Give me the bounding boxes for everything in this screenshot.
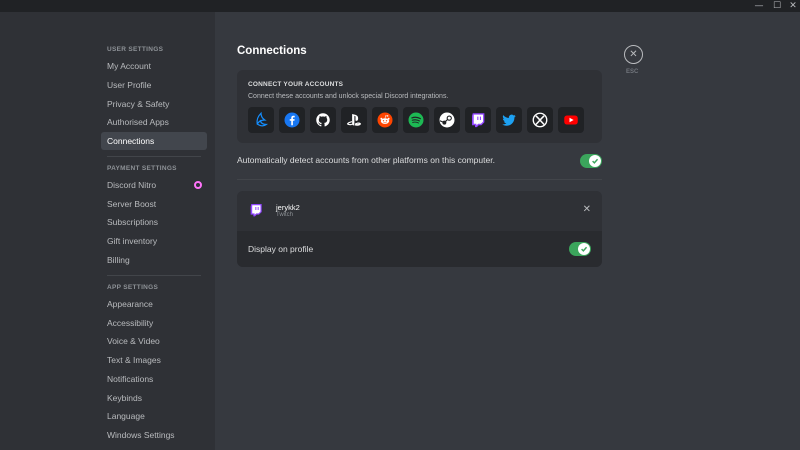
sidebar-item-keybinds[interactable]: Keybinds — [101, 389, 207, 407]
sidebar-item-notifications[interactable]: Notifications — [101, 370, 207, 388]
youtube-icon[interactable] — [558, 107, 584, 133]
spotify-icon[interactable] — [403, 107, 429, 133]
minimize-button[interactable]: — — [750, 0, 768, 12]
facebook-icon[interactable] — [279, 107, 305, 133]
connect-accounts-panel: CONNECT YOUR ACCOUNTS Connect these acco… — [237, 70, 602, 143]
check-icon — [581, 246, 588, 252]
esc-label: ESC — [626, 69, 639, 75]
display-on-profile-toggle[interactable] — [569, 242, 591, 256]
sidebar-item-authorised-apps[interactable]: Authorised Apps — [101, 113, 207, 131]
sidebar-item-subscriptions[interactable]: Subscriptions — [101, 213, 207, 231]
xbox-icon[interactable] — [527, 107, 553, 133]
sidebar-item-discord-nitro[interactable]: Discord Nitro — [101, 176, 207, 194]
twitch-icon — [250, 204, 262, 217]
auto-detect-toggle[interactable] — [580, 154, 602, 168]
reddit-icon[interactable] — [372, 107, 398, 133]
display-on-profile-label: Display on profile — [248, 244, 314, 254]
sidebar-divider — [107, 275, 201, 276]
sidebar-divider — [107, 156, 201, 157]
sidebar-item-appearance[interactable]: Appearance — [101, 295, 207, 313]
close-window-button[interactable]: ✕ — [784, 0, 800, 12]
page-title: Connections — [237, 45, 307, 57]
sidebar-header-user-settings: USER SETTINGS — [107, 46, 164, 53]
sidebar-item-language[interactable]: Language — [101, 407, 207, 425]
account-header: jerykk2 Twitch ✕ — [237, 191, 602, 231]
window-titlebar: — ☐ ✕ — [0, 0, 800, 12]
toggle-knob — [578, 243, 590, 255]
github-icon[interactable] — [310, 107, 336, 133]
sidebar-item-windows-settings[interactable]: Windows Settings — [101, 426, 207, 444]
connect-accounts-title: CONNECT YOUR ACCOUNTS — [248, 81, 344, 88]
sidebar-item-server-boost[interactable]: Server Boost — [101, 195, 207, 213]
auto-detect-label: Automatically detect accounts from other… — [237, 155, 495, 165]
close-settings-button[interactable]: ✕ — [624, 45, 643, 64]
sidebar-item-user-profile[interactable]: User Profile — [101, 76, 207, 94]
check-icon — [592, 158, 599, 164]
sidebar-header-app-settings: APP SETTINGS — [107, 284, 159, 291]
account-platform: Twitch — [276, 212, 294, 218]
battlenet-icon[interactable] — [248, 107, 274, 133]
sidebar-item-text-images[interactable]: Text & Images — [101, 351, 207, 369]
sidebar-item-my-account[interactable]: My Account — [101, 57, 207, 75]
sidebar-item-billing[interactable]: Billing — [101, 251, 207, 269]
sidebar-item-voice-video[interactable]: Voice & Video — [101, 332, 207, 350]
account-options: Display on profile — [237, 231, 602, 267]
sidebar-item-gift-inventory[interactable]: Gift inventory — [101, 232, 207, 250]
nitro-icon — [194, 181, 202, 189]
connected-account-card: jerykk2 Twitch ✕ Display on profile — [237, 191, 602, 267]
connect-accounts-subtitle: Connect these accounts and unlock specia… — [248, 93, 449, 100]
toggle-knob — [589, 155, 601, 167]
section-divider — [237, 179, 602, 180]
sidebar-item-privacy-safety[interactable]: Privacy & Safety — [101, 95, 207, 113]
sidebar-item-label: Discord Nitro — [107, 180, 157, 190]
disconnect-account-button[interactable]: ✕ — [583, 204, 591, 215]
sidebar-item-accessibility[interactable]: Accessibility — [101, 314, 207, 332]
sidebar-header-payment-settings: PAYMENT SETTINGS — [107, 165, 177, 172]
steam-icon[interactable] — [434, 107, 460, 133]
sidebar-item-connections[interactable]: Connections — [101, 132, 207, 150]
account-username: jerykk2 — [276, 203, 300, 212]
playstation-icon[interactable] — [341, 107, 367, 133]
twitch-icon[interactable] — [465, 107, 491, 133]
twitter-icon[interactable] — [496, 107, 522, 133]
